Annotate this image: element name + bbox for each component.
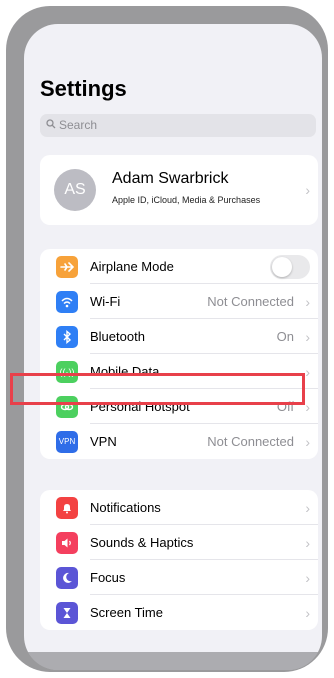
personal-hotspot-label: Personal Hotspot [90, 399, 190, 414]
phone-frame: Settings Search AS Adam Swarbrick Apple … [6, 6, 328, 672]
chevron-right-icon: › [305, 534, 310, 551]
focus-row[interactable]: Focus › [40, 560, 318, 595]
chevron-right-icon: › [305, 293, 310, 310]
sounds-haptics-label: Sounds & Haptics [90, 535, 194, 550]
vpn-row[interactable]: VPN VPN Not Connected › [40, 424, 318, 459]
chevron-right-icon: › [305, 328, 310, 345]
chevron-right-icon: › [305, 569, 310, 586]
sounds-haptics-row[interactable]: Sounds & Haptics › [40, 525, 318, 560]
airplane-mode-toggle[interactable] [270, 255, 310, 279]
screen-time-row[interactable]: Screen Time › [40, 595, 318, 630]
chevron-right-icon: › [305, 363, 310, 380]
mobile-data-row[interactable]: ((·)) Mobile Data › [40, 354, 318, 389]
personal-hotspot-row[interactable]: Personal Hotspot Off › [40, 389, 318, 424]
hourglass-icon [56, 602, 78, 624]
account-name: Adam Swarbrick [112, 170, 229, 187]
chevron-right-icon: › [305, 499, 310, 516]
link-icon [56, 396, 78, 418]
connectivity-group: Airplane Mode Wi-Fi Not Connected › Blue… [40, 249, 318, 459]
bottom-shade [24, 652, 322, 670]
settings-screen: Settings Search AS Adam Swarbrick Apple … [24, 24, 322, 670]
vpn-label: VPN [90, 434, 117, 449]
mobile-data-label: Mobile Data [90, 364, 160, 379]
search-field[interactable]: Search [40, 114, 316, 137]
screen-time-label: Screen Time [90, 605, 163, 620]
wifi-icon [56, 291, 78, 313]
chevron-right-icon: › [305, 604, 310, 621]
bluetooth-label: Bluetooth [90, 329, 145, 344]
vpn-icon: VPN [56, 431, 78, 453]
apple-id-card[interactable]: AS Adam Swarbrick Apple ID, iCloud, Medi… [40, 155, 318, 225]
bluetooth-icon [56, 326, 78, 348]
chevron-right-icon: › [305, 398, 310, 415]
antenna-icon: ((·)) [56, 361, 78, 383]
wifi-label: Wi-Fi [90, 294, 121, 309]
bluetooth-row[interactable]: Bluetooth On › [40, 319, 318, 354]
wifi-status: Not Connected [207, 294, 294, 309]
airplane-mode-row: Airplane Mode [40, 249, 318, 284]
system-group: Notifications › Sounds & Haptics › Focus… [40, 490, 318, 630]
moon-icon [56, 567, 78, 589]
personal-hotspot-status: Off [276, 399, 294, 414]
avatar: AS [54, 169, 96, 211]
chevron-right-icon: › [305, 433, 310, 450]
speaker-icon [56, 532, 78, 554]
search-placeholder: Search [59, 118, 98, 132]
airplane-mode-label: Airplane Mode [90, 259, 174, 274]
focus-label: Focus [90, 570, 126, 585]
page-title: Settings [40, 76, 127, 101]
chevron-right-icon: › [305, 182, 310, 198]
vpn-status: Not Connected [207, 434, 294, 449]
search-icon [46, 114, 56, 137]
airplane-icon [56, 256, 78, 278]
wifi-row[interactable]: Wi-Fi Not Connected › [40, 284, 318, 319]
bluetooth-status: On [276, 329, 294, 344]
toggle-knob [272, 257, 292, 277]
notifications-label: Notifications [90, 500, 161, 515]
bell-icon [56, 497, 78, 519]
account-subtitle: Apple ID, iCloud, Media & Purchases [112, 195, 261, 205]
notifications-row[interactable]: Notifications › [40, 490, 318, 525]
